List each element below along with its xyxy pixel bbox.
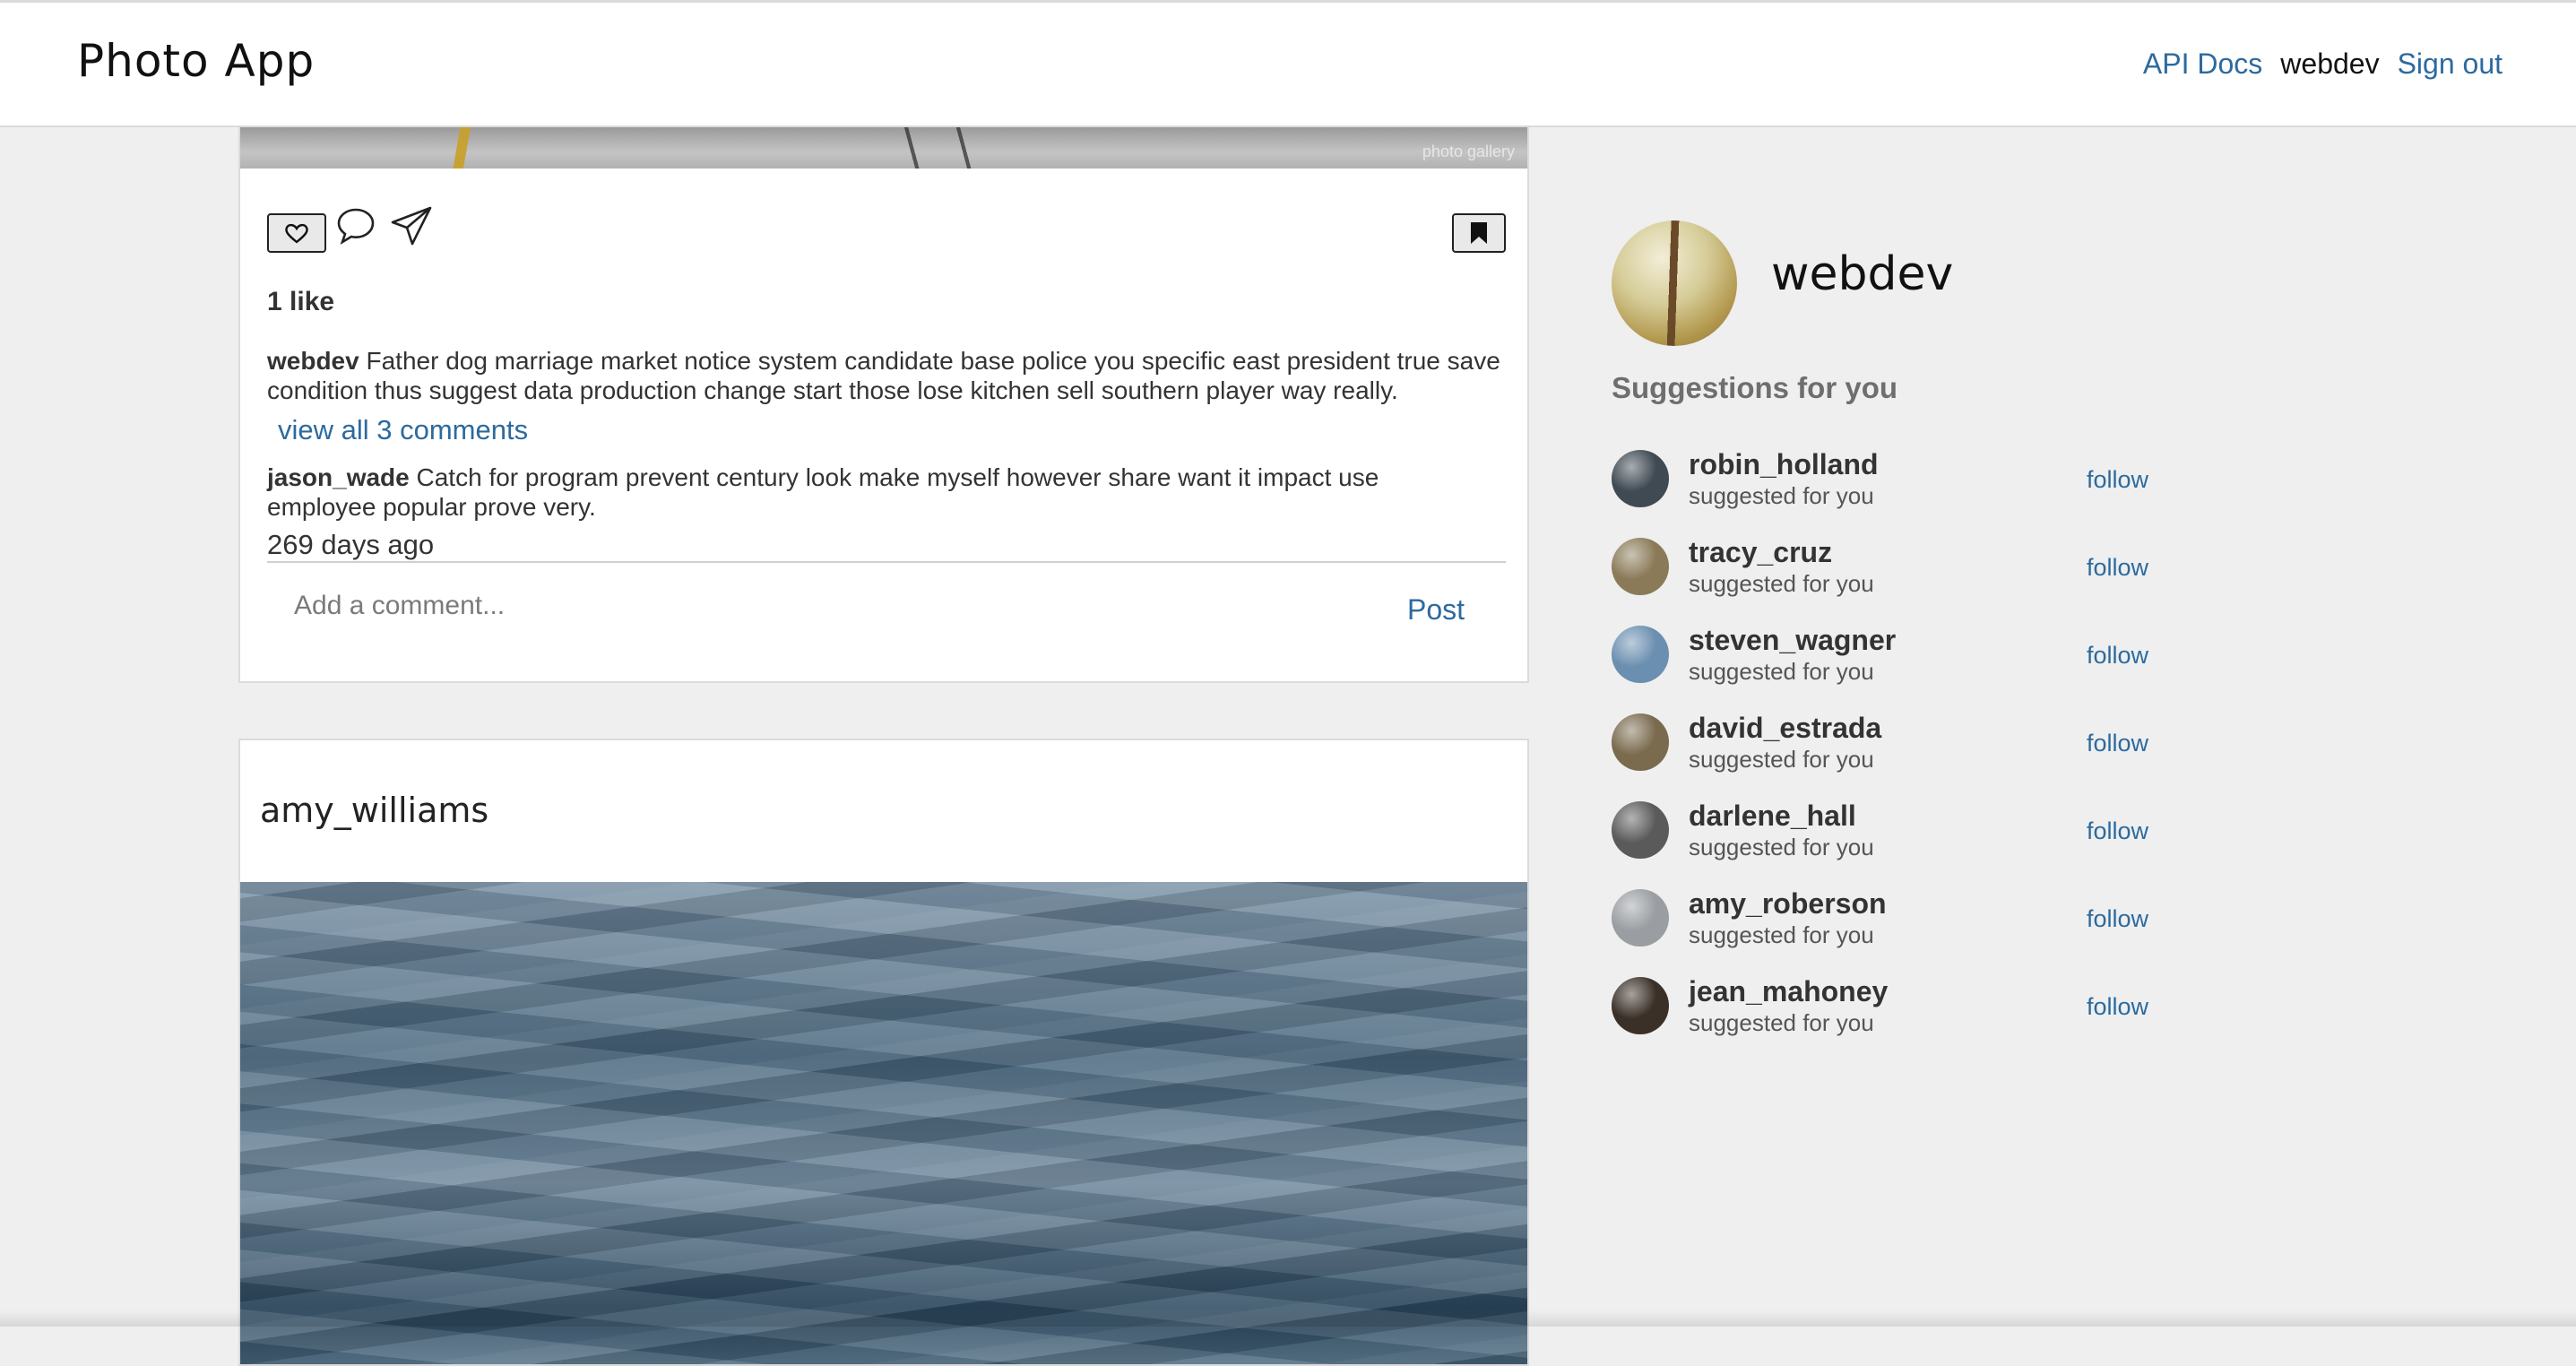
- avatar[interactable]: [1612, 450, 1669, 507]
- follow-button[interactable]: follow: [2087, 817, 2148, 845]
- suggestion-username[interactable]: jean_mahoney: [1689, 975, 1888, 1008]
- post-timestamp: 269 days ago: [267, 529, 435, 560]
- bookmark-button[interactable]: [1452, 213, 1506, 253]
- follow-button[interactable]: follow: [2087, 993, 2148, 1021]
- avatar[interactable]: [1612, 889, 1669, 947]
- suggestion-subtitle: suggested for you: [1689, 658, 1874, 685]
- post-username[interactable]: amy_williams: [260, 791, 488, 830]
- post-image: [240, 882, 1527, 1364]
- like-count: 1 like: [267, 287, 335, 316]
- avatar[interactable]: [1612, 538, 1669, 595]
- avatar[interactable]: [1612, 801, 1669, 859]
- avatar[interactable]: [1612, 626, 1669, 683]
- post-card: amy_williams: [238, 739, 1529, 1366]
- api-docs-link[interactable]: API Docs: [2143, 48, 2262, 81]
- bookmark-icon: [1471, 222, 1487, 244]
- suggestion-item: steven_wagner suggested for you follow: [1612, 624, 2167, 712]
- avatar[interactable]: [1612, 713, 1669, 771]
- suggestion-item: robin_holland suggested for you follow: [1612, 448, 2167, 536]
- suggestion-username[interactable]: amy_roberson: [1689, 887, 1887, 921]
- caption-username[interactable]: webdev: [267, 347, 359, 375]
- comment: jason_wade Catch for program prevent cen…: [267, 463, 1459, 522]
- suggestion-item: darlene_hall suggested for you follow: [1612, 800, 2167, 887]
- profile-avatar[interactable]: [1612, 220, 1737, 346]
- suggestion-subtitle: suggested for you: [1689, 570, 1874, 597]
- follow-button[interactable]: follow: [2087, 554, 2148, 582]
- divider: [267, 561, 1506, 563]
- suggestion-item: david_estrada suggested for you follow: [1612, 712, 2167, 800]
- suggestion-subtitle: suggested for you: [1689, 1009, 1874, 1036]
- suggestions-list: robin_holland suggested for you follow t…: [1612, 448, 2167, 1063]
- view-all-comments-link[interactable]: view all 3 comments: [278, 414, 528, 446]
- suggestion-subtitle: suggested for you: [1689, 482, 1874, 509]
- suggestion-username[interactable]: steven_wagner: [1689, 624, 1896, 657]
- suggestion-username[interactable]: robin_holland: [1689, 448, 1879, 481]
- caption-text: Father dog marriage market notice system…: [267, 347, 1500, 404]
- suggestion-username[interactable]: darlene_hall: [1689, 800, 1856, 833]
- follow-button[interactable]: follow: [2087, 905, 2148, 933]
- app-title[interactable]: Photo App: [77, 35, 315, 87]
- comment-bubble-icon[interactable]: [335, 206, 376, 250]
- heart-icon: [285, 223, 308, 244]
- current-username: webdev: [2280, 48, 2380, 80]
- comment-text: Catch for program prevent century look m…: [267, 463, 1379, 521]
- send-paper-plane-icon[interactable]: [389, 204, 434, 252]
- follow-button[interactable]: follow: [2087, 466, 2148, 494]
- suggestion-username[interactable]: david_estrada: [1689, 712, 1881, 745]
- follow-button[interactable]: follow: [2087, 642, 2148, 670]
- suggestion-item: tracy_cruz suggested for you follow: [1612, 536, 2167, 624]
- suggestion-item: jean_mahoney suggested for you follow: [1612, 975, 2167, 1063]
- post-actions: [267, 203, 1506, 253]
- post-caption: webdev Father dog marriage market notice…: [267, 346, 1513, 405]
- follow-button[interactable]: follow: [2087, 730, 2148, 757]
- suggestion-item: amy_roberson suggested for you follow: [1612, 887, 2167, 975]
- suggestion-subtitle: suggested for you: [1689, 746, 1874, 773]
- like-button[interactable]: [267, 213, 326, 253]
- add-comment-input[interactable]: [292, 583, 1323, 629]
- suggestion-subtitle: suggested for you: [1689, 834, 1874, 860]
- top-navbar: Photo App API Docs webdev Sign out: [0, 0, 2576, 127]
- comment-username[interactable]: jason_wade: [267, 463, 410, 491]
- post-image: photo gallery: [240, 127, 1527, 169]
- post-card: photo gallery 1 like webdev Father dog m…: [238, 125, 1529, 683]
- suggestion-subtitle: suggested for you: [1689, 921, 1874, 948]
- sign-out-link[interactable]: Sign out: [2398, 48, 2503, 81]
- image-watermark: photo gallery: [1422, 143, 1515, 160]
- suggestion-username[interactable]: tracy_cruz: [1689, 536, 1832, 569]
- nav-links: API Docs webdev Sign out: [2143, 48, 2503, 81]
- post-comment-button[interactable]: Post: [1407, 593, 1465, 627]
- avatar[interactable]: [1612, 977, 1669, 1034]
- suggestions-heading: Suggestions for you: [1612, 371, 1898, 404]
- profile-username[interactable]: webdev: [1771, 247, 1953, 301]
